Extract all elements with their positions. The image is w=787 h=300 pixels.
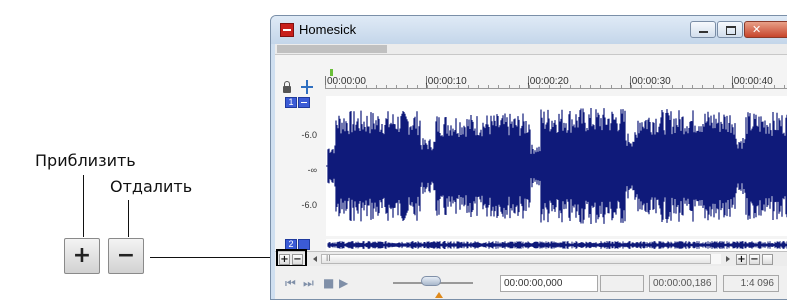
snap-marker-icon[interactable] (301, 80, 313, 94)
maximize-icon (726, 26, 736, 35)
scroll-left-arrow-icon[interactable] (313, 256, 317, 262)
zoom-ratio-field: 1:4 096 (723, 275, 779, 292)
ruler-baseline (325, 88, 787, 89)
overview-selection[interactable] (277, 45, 387, 53)
zoom-out-annotation: Отдалить (110, 177, 193, 196)
play-rate-slider-handle[interactable] (421, 276, 441, 286)
db-label: -6.0 (301, 130, 317, 140)
ruler-label: ,00:00:20 (527, 76, 569, 87)
title-bar: Homesick ✕ (271, 16, 787, 44)
lock-icon[interactable] (283, 86, 291, 93)
zoom-in-button-right[interactable]: + (736, 254, 747, 265)
transport-bar: ⏮ ⏭ ■ ▶ 00:00:00,000 00:00:00,186 1:4 09… (275, 266, 787, 299)
ruler-label: ,00:00:30 (629, 76, 671, 87)
scrollbar-grip: II (326, 254, 331, 263)
scrollbar-track[interactable]: II (321, 254, 721, 264)
selection-end-field[interactable]: 00:00:00,186 (649, 275, 717, 292)
overview-bar[interactable] (275, 44, 787, 55)
close-icon: ✕ (752, 23, 762, 36)
ruler-label: ,00:00:10 (425, 76, 467, 87)
maximize-button[interactable] (717, 21, 743, 38)
editor-window: Homesick ✕ 00:00:00 ,00:00:10 ,00:00:20 … (270, 15, 787, 300)
horizontal-scroll-row: + − II + − (275, 249, 787, 267)
zoom-in-leader-line (83, 175, 84, 237)
scrollbar-thumb[interactable]: II (321, 254, 711, 264)
minus-icon: − (116, 243, 136, 268)
play-icon[interactable]: ▶ (339, 276, 348, 290)
waveform-path-2 (327, 241, 787, 249)
stop-icon[interactable]: ■ (323, 276, 334, 290)
db-label: -6.0 (301, 200, 317, 210)
lock-icon-shackle (284, 81, 290, 87)
window-title: Homesick (299, 22, 357, 37)
selection-start-field[interactable] (600, 275, 644, 292)
zoom-fit-button[interactable] (762, 254, 773, 265)
ruler-label: ,00:00:40 (731, 76, 773, 87)
track-1-collapse-button[interactable] (298, 97, 310, 108)
waveform-track-2[interactable] (326, 239, 787, 251)
close-button[interactable]: ✕ (744, 21, 787, 38)
zoom-out-leader-line (128, 200, 129, 237)
editor-content: 00:00:00 ,00:00:10 ,00:00:20 ,00:00:30 ,… (275, 44, 787, 299)
minimize-button[interactable] (690, 21, 716, 38)
scroll-right-arrow-icon[interactable] (726, 256, 730, 262)
waveform-graphic-2 (327, 241, 787, 249)
ruler-label: 00:00:00 (327, 76, 366, 87)
track-header-panel: 1 -6.0 -∞ -6.0 2 (275, 94, 323, 269)
zoom-out-button-enlarged[interactable]: − (108, 238, 144, 274)
waveform-track-1[interactable] (326, 96, 787, 236)
waveform-graphic (326, 108, 787, 224)
track-1-number-button[interactable]: 1 (285, 97, 297, 108)
zoom-in-annotation: Приблизить (35, 151, 136, 170)
cursor-time-field[interactable]: 00:00:00,000 (500, 275, 598, 292)
app-icon (280, 23, 294, 37)
plus-icon: + (72, 243, 92, 268)
time-ruler[interactable]: 00:00:00 ,00:00:10 ,00:00:20 ,00:00:30 ,… (325, 62, 787, 94)
minimize-icon (699, 31, 708, 33)
callout-connector-line (150, 257, 272, 258)
go-to-start-icon[interactable]: ⏮ (285, 276, 296, 291)
zoom-buttons-highlight (276, 249, 307, 267)
zoom-out-button-right[interactable]: − (749, 254, 760, 265)
go-to-end-icon[interactable]: ⏭ (303, 276, 314, 291)
db-label: -∞ (307, 165, 317, 175)
zoom-in-button-enlarged[interactable]: + (64, 238, 100, 274)
